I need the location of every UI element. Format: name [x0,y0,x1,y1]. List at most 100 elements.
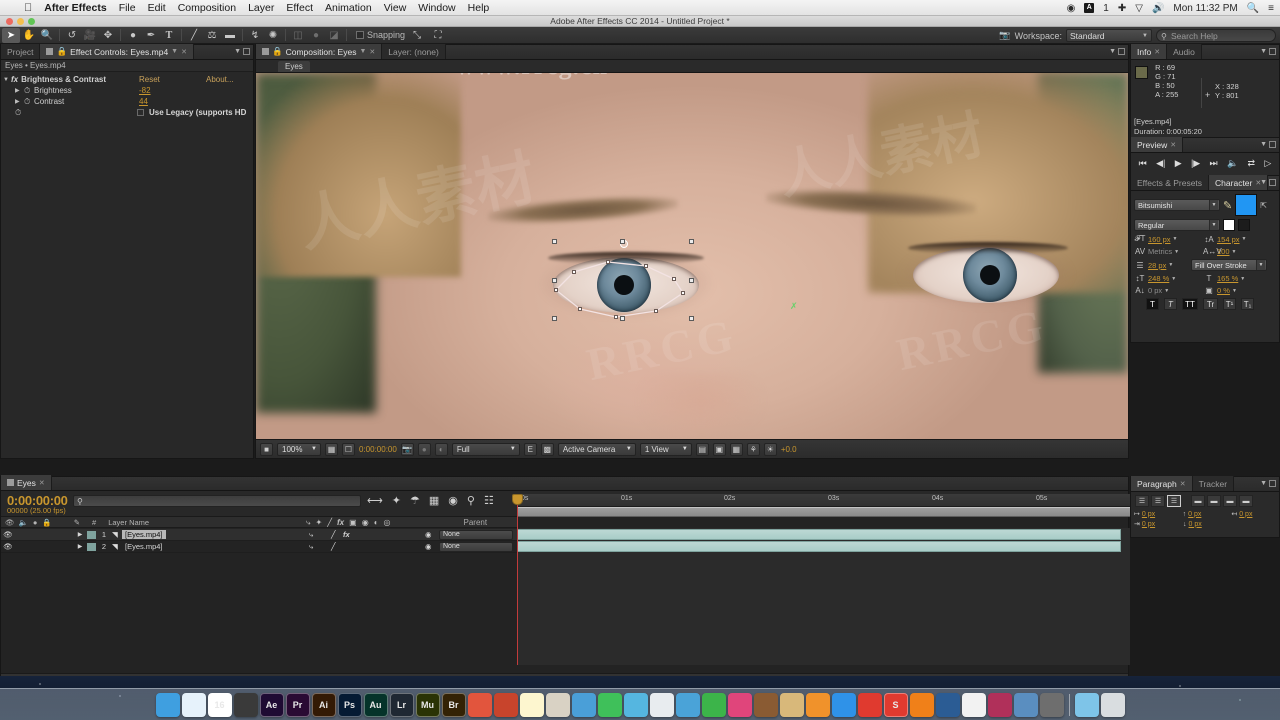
mask-vertex[interactable] [644,264,648,268]
brush-tool[interactable]: ╱ [185,28,203,43]
parent-select[interactable]: None [439,541,513,552]
layer-clip-bar[interactable] [517,529,1121,540]
tracking-value[interactable]: 100 [1217,247,1230,256]
roto-brush-tool[interactable]: ↯ [246,28,264,43]
layer-clip-bar[interactable] [517,541,1121,552]
brainstorm-icon[interactable]: ☷ [484,494,494,507]
workspace-select[interactable]: Standard ▼ [1066,29,1152,42]
target-region-icon[interactable]: E [523,442,537,456]
horizontal-scale-value[interactable]: 165 % [1217,274,1238,283]
loop-icon[interactable]: ⇄ [1248,158,1256,169]
lightroom-icon[interactable]: Lr [389,693,414,717]
safari-icon[interactable] [181,693,206,717]
eyedropper-icon[interactable]: ✎ [1223,199,1232,212]
spotlight-search-icon[interactable]: 🔍 [1247,3,1259,14]
chevron-down-icon[interactable]: ▼ [1173,236,1178,242]
comp-flowchart-icon[interactable]: ⚘ [746,442,760,456]
tab-effects-presets[interactable]: Effects & Presets [1131,175,1210,190]
eye-toggle-icon[interactable]: 👁 [1,518,15,527]
layer-switch-collapse-icon[interactable]: ╱ [331,542,336,551]
show-snapshot-icon[interactable]: ● [417,442,431,456]
lock-icon[interactable]: 🔒 [272,46,283,57]
layer-name[interactable]: [Eyes.mp4] [122,530,166,539]
close-window-button[interactable] [6,18,13,25]
faux-italic-button[interactable]: T [1164,298,1177,310]
tab-paragraph[interactable]: Paragraph ✕ [1131,476,1193,491]
pan-behind-tool[interactable]: ✥ [99,28,117,43]
bridge-icon[interactable]: Br [441,693,466,717]
type-tool[interactable]: T [160,28,178,43]
chevron-down-icon[interactable]: ▼ [1168,262,1173,268]
property-row-brightness[interactable]: ▶ ⏱ Brightness -82 [1,85,253,96]
parent-pickwhip-icon[interactable]: ◉ [425,542,432,551]
indent-right-value[interactable]: 0 px [1239,511,1252,518]
align-left-button[interactable]: ☰ [1135,495,1149,507]
tab-info[interactable]: Info ✕ [1131,44,1168,59]
align-center-button[interactable]: ☰ [1151,495,1165,507]
resolution-select[interactable]: Full ▼ [451,442,520,456]
parent-select[interactable]: None [439,529,513,540]
bounding-box-handle[interactable] [552,239,557,244]
mask-vertex[interactable] [572,270,576,274]
no-color-swatch[interactable] [1238,219,1250,231]
justify-last-center-button[interactable]: ▬ [1207,495,1221,507]
panel-menu-button[interactable]: ▼ [1260,141,1276,148]
graph-editor-icon[interactable]: ⚲ [467,494,475,507]
layer-switch-transform-icon[interactable]: ⤷ [309,542,313,552]
property-row-contrast[interactable]: ▶ ⏱ Contrast 44 [1,96,253,107]
pixel-aspect-icon[interactable]: ▤ [695,442,709,456]
clock-label[interactable]: Mon 11:32 PM [1173,3,1237,14]
ae-menubar-icon[interactable]: A [1084,3,1095,13]
property-value-brightness[interactable]: -82 [139,86,151,95]
zoom-tool[interactable]: 🔍 [38,28,56,43]
notification-center-icon[interactable]: ≡ [1268,3,1274,14]
play-icon[interactable]: ▶ [1175,158,1182,169]
faux-bold-button[interactable]: T [1146,298,1159,310]
tab-timeline-eyes[interactable]: Eyes ✕ [1,475,52,490]
menu-help[interactable]: Help [468,2,490,14]
appstore-icon[interactable] [831,693,856,717]
justify-all-button[interactable]: ▬ [1239,495,1253,507]
use-legacy-checkbox[interactable] [137,109,144,116]
shape-tool[interactable]: ● [124,28,142,43]
facetime-icon[interactable] [597,693,622,717]
reset-button[interactable]: Reset [139,75,160,84]
previous-frame-icon[interactable]: ◀| [1156,158,1165,169]
twirl-right-icon[interactable]: ▶ [73,543,87,550]
solo-toggle-icon[interactable]: ● [28,518,38,527]
frame-blending-icon[interactable]: ▦ [429,494,439,507]
chevron-down-icon[interactable]: ▼ [1164,288,1169,294]
timeline-search-input[interactable]: ⚲ [73,495,361,507]
table-row[interactable]: 👁 ▶ 1 ◥ [Eyes.mp4] ⤷ ╱ fx ◉ None [1,529,517,541]
layer-name[interactable]: [Eyes.mp4] [122,542,166,551]
tab-project[interactable]: Project [1,44,41,59]
quicktime-icon[interactable] [233,693,258,717]
parent-pickwhip-icon[interactable]: ◉ [425,530,432,539]
current-time-indicator-head[interactable] [512,494,523,505]
wifi-icon[interactable]: ▽ [1135,3,1143,14]
menu-after-effects[interactable]: After Effects [44,2,106,14]
work-area-bar[interactable] [517,507,1130,517]
space-before-value[interactable]: 0 px [1188,511,1201,518]
panel-menu-button[interactable]: ▼ [234,48,250,55]
cinema4d-icon[interactable] [493,693,518,717]
stroke-color-swatch[interactable] [1223,219,1235,231]
property-value-contrast[interactable]: 44 [139,97,148,106]
apple-menu-icon[interactable]:  [24,2,32,14]
tab-composition[interactable]: 🔒 Composition: Eyes ▼ ✕ [256,44,383,59]
workspace-layout-icon[interactable]: 📷 [999,30,1010,41]
rotation-tool[interactable]: ↺ [63,28,81,43]
exposure-icon[interactable]: ☀ [763,442,777,456]
always-preview-icon[interactable]: ■ [260,442,273,456]
ram-preview-icon[interactable]: ▷ [1264,158,1271,169]
tab-audio[interactable]: Audio [1167,44,1202,59]
chevron-down-icon[interactable]: ▼ [1174,249,1179,255]
justify-last-left-button[interactable]: ▬ [1191,495,1205,507]
align-right-button[interactable]: ☰ [1167,495,1181,507]
keynote-icon[interactable] [675,693,700,717]
numbers-icon[interactable] [701,693,726,717]
selection-tool[interactable]: ➤ [2,27,20,43]
eraser-tool[interactable]: ▬ [221,28,239,43]
about-button[interactable]: About... [206,75,234,84]
all-caps-button[interactable]: TT [1182,298,1198,310]
